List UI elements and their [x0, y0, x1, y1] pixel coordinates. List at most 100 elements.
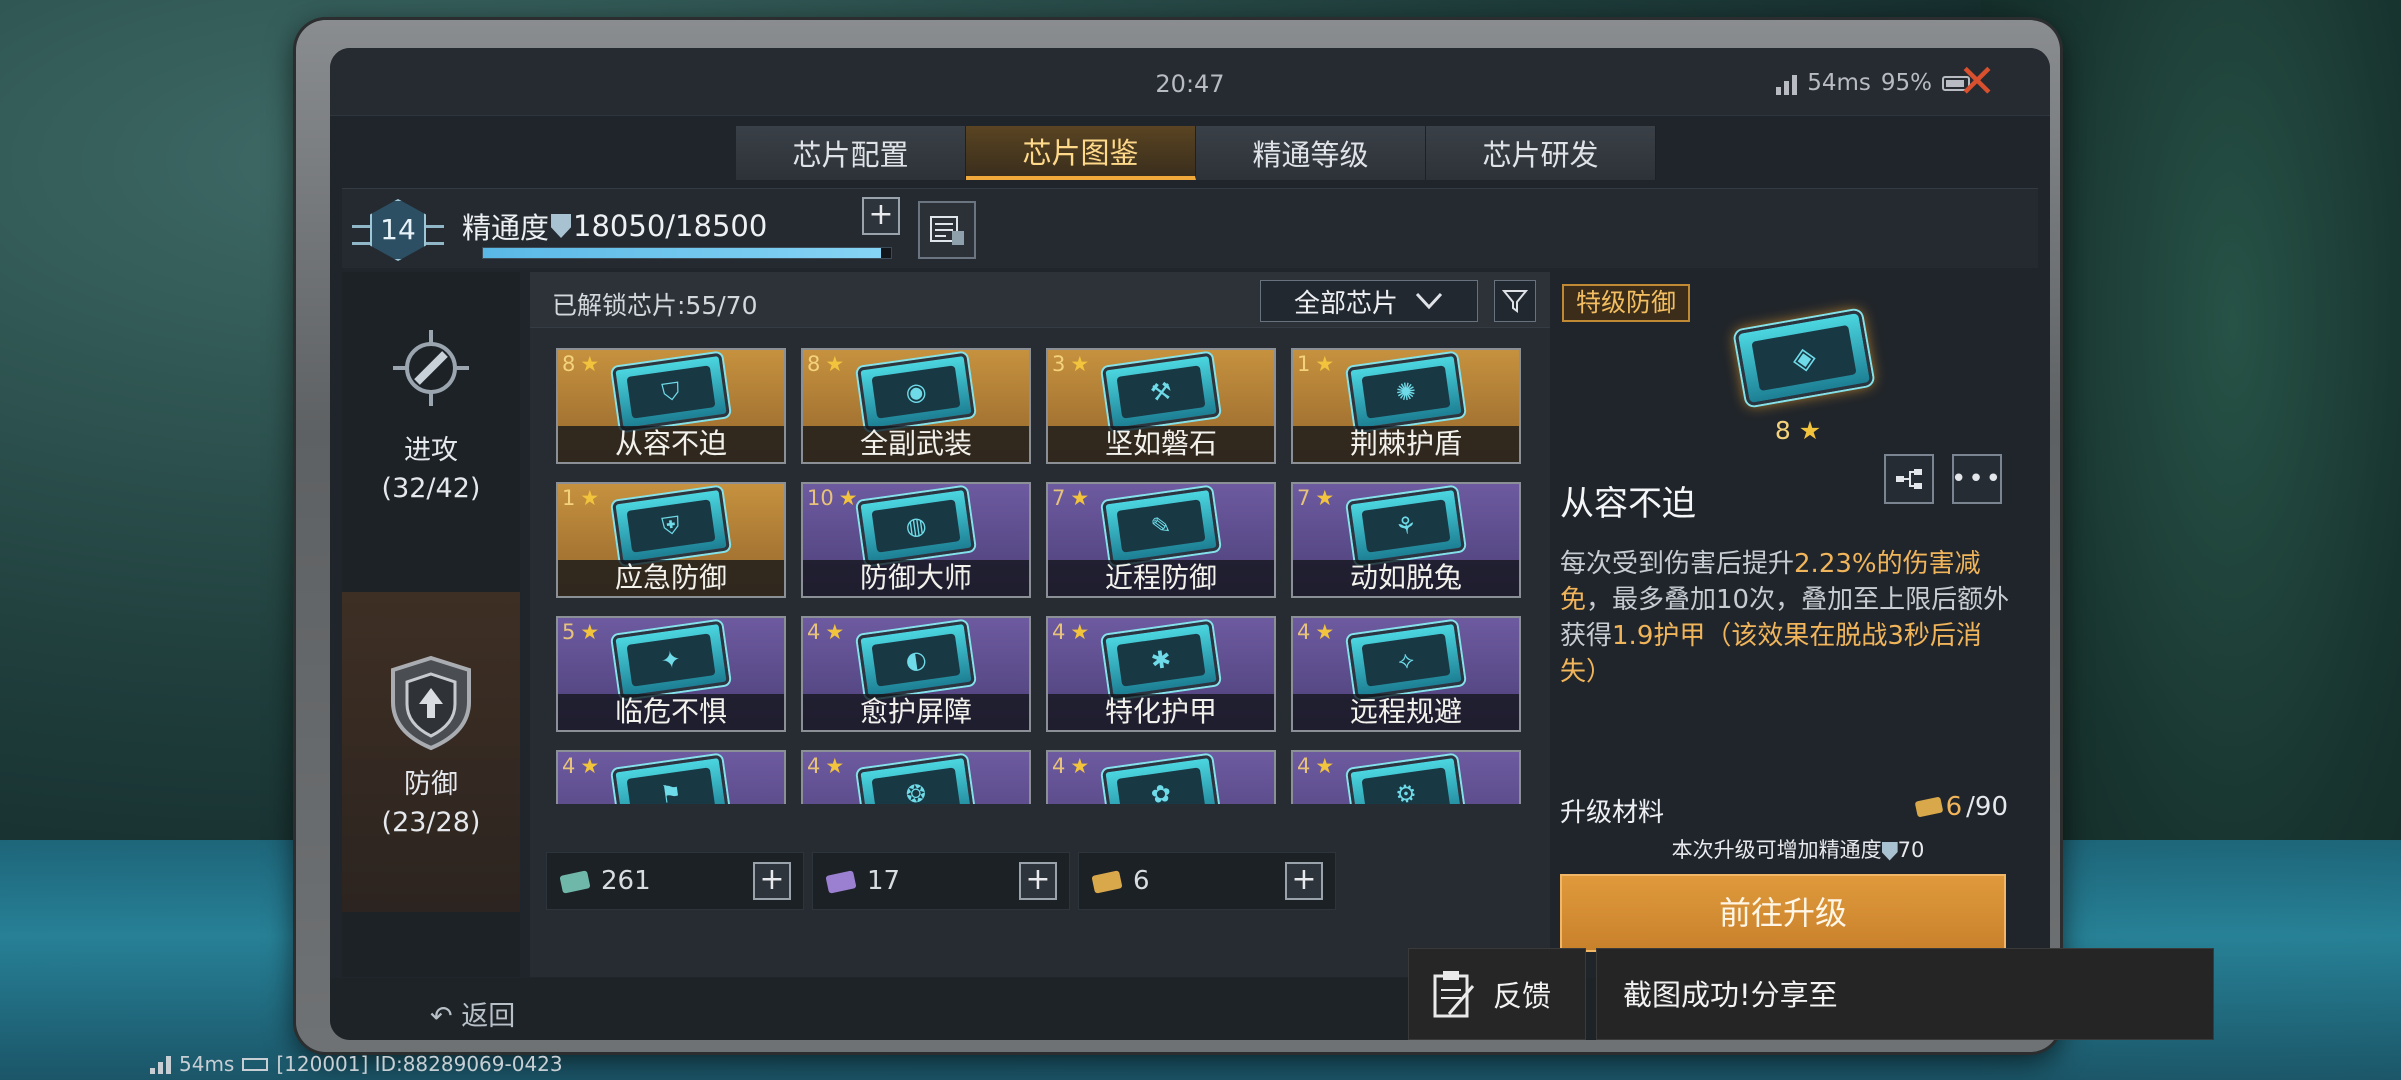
tab-chip-research[interactable]: 芯片研发 [1426, 126, 1656, 180]
funnel-icon [1502, 290, 1528, 313]
chip-name: 荆棘护盾 [1293, 426, 1519, 462]
nav-defense[interactable]: 防御 (23/28) [342, 592, 520, 912]
ellipsis-icon: ••• [1951, 464, 2004, 494]
add-resource-button[interactable]: + [1019, 862, 1057, 900]
battery-text: 95% [1880, 70, 1932, 96]
chip-emblem-icon: ✎ [1116, 499, 1206, 553]
feedback-label: 反馈 [1493, 979, 1552, 1013]
chip-name: 临危不惧 [558, 694, 784, 730]
chip-card[interactable]: 4 ★ ✱ 特化护甲 [1046, 616, 1276, 732]
add-mastery-button[interactable]: + [862, 197, 900, 235]
go-upgrade-button[interactable]: 前往升级 [1560, 874, 2006, 952]
chip-material-icon [559, 870, 591, 894]
chip-icon: ✿ [1102, 754, 1220, 804]
chip-name: 防御大师 [803, 560, 1029, 596]
tab-chip-config[interactable]: 芯片配置 [736, 126, 966, 180]
chip-star-count: 1 [1297, 352, 1311, 376]
chip-stars: 4 ★ [807, 754, 844, 778]
chip-card[interactable]: 10 ★ ◍ 防御大师 [801, 482, 1031, 598]
signal-icon [150, 1054, 171, 1074]
chip-card[interactable]: 1 ★ ⛨ 应急防御 [556, 482, 786, 598]
chip-grid: 8 ★ ⛉ 从容不迫 8 ★ ◉ 全副武装 3 ★ ⚒ 坚如磐石 1 ★ ✺ 荆棘护盾 1 ★ ⛨ 应急防御 10 ★ ◍ 防… [556, 348, 1536, 804]
dropdown-label: 全部芯片 [1293, 288, 1398, 319]
chip-emblem-icon: ⚙ [1361, 767, 1451, 804]
chip-card[interactable]: 3 ★ ⚒ 坚如磐石 [1046, 348, 1276, 464]
status-right: 54ms 95% [1776, 70, 1970, 96]
detail-chip-name: 从容不迫 [1560, 484, 1696, 524]
chip-stars: 4 ★ [1052, 754, 1089, 778]
mastery-label: 精通度 18050/18500 [462, 205, 767, 247]
more-options-button[interactable]: ••• [1951, 454, 2004, 504]
star-icon: ★ [825, 352, 845, 376]
level-number: 14 [380, 213, 416, 246]
chip-card[interactable]: 4 ★ ⚑ [556, 750, 786, 804]
chip-name: 愈护屏障 [803, 694, 1029, 730]
chip-card[interactable]: 7 ★ ✎ 近程防御 [1046, 482, 1276, 598]
chip-card[interactable]: 8 ★ ◉ 全副武装 [801, 348, 1031, 464]
resource-slot-2: 17 + [812, 852, 1070, 910]
chip-card[interactable]: 5 ★ ✦ 临危不惧 [556, 616, 786, 732]
chip-card[interactable]: 1 ★ ✺ 荆棘护盾 [1291, 348, 1521, 464]
chip-icon: ⛨ [612, 486, 730, 566]
chip-stars: 7 ★ [1297, 486, 1334, 510]
chip-card[interactable]: 8 ★ ⛉ 从容不迫 [556, 348, 786, 464]
chip-card[interactable]: 4 ★ ⚙ [1291, 750, 1521, 804]
chip-icon: ⚒ [1102, 352, 1220, 432]
chip-card[interactable]: 4 ★ ◐ 愈护屏障 [801, 616, 1031, 732]
add-resource-button[interactable]: + [1285, 862, 1323, 900]
nav-defense-label: 防御 [404, 769, 458, 800]
tab-mastery-level[interactable]: 精通等级 [1196, 126, 1426, 180]
chip-icon: ◉ [857, 352, 975, 432]
resource-value: 261 [601, 866, 651, 896]
level-badge: 14 [352, 199, 444, 271]
add-resource-button[interactable]: + [753, 862, 791, 900]
chip-card[interactable]: 4 ★ ✿ [1046, 750, 1276, 804]
nav-attack-count: (32/42) [381, 473, 481, 504]
ping-text: 54ms [1807, 70, 1871, 96]
chip-star-count: 4 [1297, 754, 1311, 778]
detail-star-count: 8 [1774, 416, 1791, 445]
chip-star-count: 4 [1052, 620, 1066, 644]
filter-button[interactable] [1494, 280, 1536, 322]
screenshot-toast[interactable]: 截图成功!分享至 [1596, 948, 2214, 1040]
mastery-progress-fill [483, 248, 882, 258]
chip-tree-button[interactable] [1884, 454, 1934, 504]
chip-stars: 4 ★ [562, 754, 599, 778]
chip-icon: ◍ [857, 486, 975, 566]
nav-attack[interactable]: 进攻 (32/42) [342, 312, 520, 582]
mastery-info-button[interactable] [918, 201, 976, 259]
resource-slot-1: 261 + [546, 852, 804, 910]
upgrade-note: 本次升级可增加精通度 70 [1558, 834, 2038, 864]
feedback-button[interactable]: 反馈 [1408, 948, 1586, 1040]
unlocked-count: 已解锁芯片:55/70 [552, 291, 758, 320]
chip-stars: 10 ★ [807, 486, 858, 510]
chip-icon: ✦ [612, 620, 730, 700]
chip-name: 特化护甲 [1048, 694, 1274, 730]
chip-emblem-icon: ✱ [1116, 633, 1206, 687]
chip-filter-dropdown[interactable]: 全部芯片 [1260, 280, 1478, 322]
star-icon: ★ [825, 620, 845, 644]
chip-icon: ❂ [857, 754, 975, 804]
chip-detail-panel: 特级防御 ◈ 8 ★ 从容不迫 ••• 每次受到伤害后提升2.23%的伤害减免，… [1558, 272, 2038, 977]
close-icon[interactable]: ✕ [1952, 56, 2002, 106]
chip-name: 动如脱兔 [1293, 560, 1519, 596]
mastery-shield-icon [1881, 841, 1898, 861]
clipboard-icon [1433, 971, 1475, 1018]
chip-stars: 8 ★ [807, 352, 844, 376]
back-button[interactable]: ↶ 返回 [430, 994, 515, 1033]
chip-emblem-icon: ✺ [1361, 365, 1451, 419]
chip-emblem-icon: ⚒ [1116, 365, 1206, 419]
chip-name: 应急防御 [558, 560, 784, 596]
category-sidebar: 进攻 (32/42) 防御 (23/28) [342, 272, 520, 977]
tab-chip-codex[interactable]: 芯片图鉴 [966, 126, 1196, 180]
materials-total: /90 [1966, 792, 2008, 822]
chip-star-count: 7 [1297, 486, 1311, 510]
chip-card[interactable]: 4 ★ ❂ [801, 750, 1031, 804]
chip-icon: ✺ [1347, 352, 1465, 432]
mastery-shield-icon [551, 214, 572, 238]
chip-card[interactable]: 7 ★ ⚘ 动如脱兔 [1291, 482, 1521, 598]
chip-card[interactable]: 4 ★ ⟡ 远程规避 [1291, 616, 1521, 732]
star-icon: ★ [1070, 754, 1090, 778]
chip-icon: ⚙ [1347, 754, 1465, 804]
chip-emblem-icon: ⛉ [626, 365, 716, 419]
